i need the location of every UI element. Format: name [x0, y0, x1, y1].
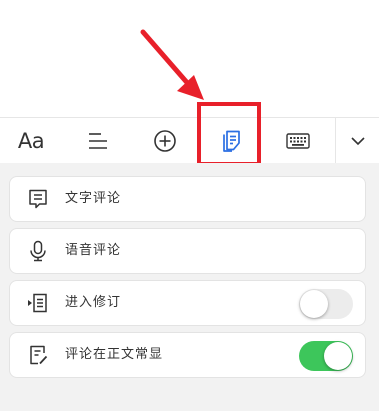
- font-format-label: Aa: [17, 128, 45, 153]
- show-comments-toggle[interactable]: [299, 341, 353, 371]
- align-icon: [89, 132, 107, 149]
- revision-mode-row[interactable]: 进入修订: [9, 280, 366, 326]
- font-format-button[interactable]: Aa: [5, 118, 57, 163]
- comment-options-panel: 文字评论 语音评论 进入修订 评论在正文常显: [0, 163, 379, 411]
- keyboard-icon: [286, 132, 310, 149]
- text-comment-row[interactable]: 文字评论: [9, 176, 366, 222]
- show-comments-label: 评论在正文常显: [65, 347, 164, 362]
- red-arrow-icon: [140, 29, 204, 100]
- align-button[interactable]: [72, 118, 124, 163]
- toggle-knob: [300, 290, 328, 318]
- comment-text-icon: [29, 189, 47, 209]
- voice-comment-label: 语音评论: [65, 243, 122, 258]
- text-comment-label: 文字评论: [65, 191, 122, 206]
- add-circle-icon: [154, 129, 176, 152]
- doc-pen-icon: [30, 345, 48, 365]
- voice-comment-row[interactable]: 语音评论: [9, 228, 366, 274]
- collapse-toolbar-button[interactable]: [336, 118, 379, 163]
- revision-mode-label: 进入修订: [65, 295, 122, 310]
- editor-toolbar: Aa: [0, 117, 379, 164]
- microphone-icon: [30, 240, 46, 262]
- show-comments-row[interactable]: 评论在正文常显: [9, 332, 366, 378]
- revision-mode-toggle[interactable]: [299, 289, 353, 319]
- highlight-box: [197, 102, 261, 166]
- insert-button[interactable]: [139, 118, 191, 163]
- toggle-knob: [324, 342, 352, 370]
- revision-icon: [28, 293, 47, 313]
- keyboard-button[interactable]: [272, 118, 324, 163]
- chevron-down-icon: [350, 136, 365, 145]
